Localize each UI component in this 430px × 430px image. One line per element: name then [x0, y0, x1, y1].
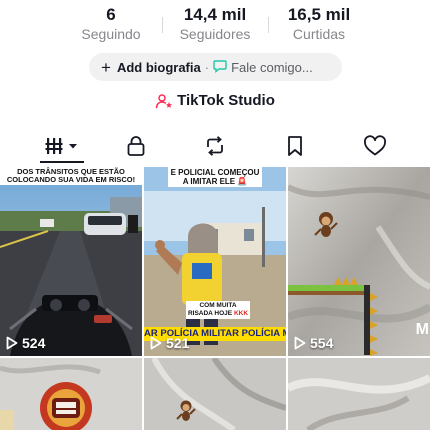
plus-icon: + — [101, 57, 111, 77]
view-count-value: 521 — [166, 335, 190, 351]
video-thumbnail[interactable] — [144, 358, 286, 430]
video-thumbnail[interactable]: M 554 — [288, 167, 430, 356]
lock-icon — [127, 136, 145, 156]
following-count: 6 — [106, 5, 116, 24]
chat-icon — [213, 59, 227, 76]
following-label: Seguindo — [81, 26, 141, 42]
view-count: 524 — [6, 335, 45, 351]
view-count: 521 — [150, 335, 189, 351]
followers-count: 14,4 mil — [183, 5, 247, 24]
overlay-line-2: RISADA HOJE — [187, 310, 233, 317]
bio-pill[interactable]: + Add biografia · Fale comigo... — [89, 53, 342, 81]
studio-user-icon — [155, 93, 173, 108]
play-icon — [6, 336, 18, 350]
contact-message[interactable]: Fale comigo... — [231, 60, 313, 75]
grid-icon — [45, 138, 77, 154]
likes-stat[interactable]: 16,5 mil Curtidas — [264, 4, 374, 43]
tab-reposts[interactable] — [201, 131, 229, 161]
video-thumbnail-image — [288, 167, 430, 356]
following-stat[interactable]: 6 Seguindo — [56, 4, 166, 43]
video-overlay-text: COM MUITA RISADA HOJE KKK — [186, 301, 250, 319]
view-count: 554 — [294, 335, 333, 351]
followers-label: Seguidores — [179, 26, 251, 42]
likes-count: 16,5 mil — [287, 5, 351, 24]
tab-videos[interactable] — [36, 131, 88, 161]
profile-stats: 6 Seguindo 14,4 mil Seguidores 16,5 mil … — [0, 4, 430, 44]
active-tab-indicator — [40, 161, 84, 163]
bio-separator: · — [204, 59, 210, 75]
overlay-accent: KKK — [233, 310, 249, 317]
likes-label: Curtidas — [292, 26, 346, 42]
add-bio-link[interactable]: Add biografia — [117, 60, 201, 75]
video-thumbnail-image — [0, 358, 142, 430]
followers-stat[interactable]: 14,4 mil Seguidores — [160, 4, 270, 43]
overlay-line-1: COM MUITA — [199, 302, 237, 309]
video-thumbnail[interactable] — [0, 358, 142, 430]
video-thumbnail[interactable] — [288, 358, 430, 430]
tiktok-studio-link[interactable]: TikTok Studio — [0, 92, 430, 109]
studio-label: TikTok Studio — [177, 92, 275, 109]
video-thumbnail[interactable]: E POLICIAL COMEÇOU A IMITAR ELE 🚨 COM MU… — [144, 167, 286, 356]
video-thumbnail[interactable]: DOS TRÂNSITOS QUE ESTÃO COLOCANDO SUA VI… — [0, 167, 142, 356]
tab-private[interactable] — [122, 131, 150, 161]
video-caption: E POLICIAL COMEÇOU A IMITAR ELE 🚨 — [168, 167, 262, 187]
repost-icon — [207, 136, 223, 156]
video-grid: DOS TRÂNSITOS QUE ESTÃO COLOCANDO SUA VI… — [0, 167, 430, 430]
video-thumbnail-image — [144, 358, 286, 430]
video-thumbnail-image — [0, 167, 142, 356]
video-thumbnail-image — [288, 358, 430, 430]
video-caption: DOS TRÂNSITOS QUE ESTÃO COLOCANDO SUA VI… — [0, 167, 142, 185]
play-icon — [294, 336, 306, 350]
view-count-value: 524 — [22, 335, 46, 351]
view-count-value: 554 — [310, 335, 334, 351]
bookmark-icon — [288, 136, 302, 156]
play-icon — [150, 336, 162, 350]
video-side-text: M — [415, 321, 429, 338]
heart-icon — [364, 135, 386, 156]
tab-favorites[interactable] — [281, 131, 309, 161]
profile-tabs — [0, 131, 430, 163]
tab-liked[interactable] — [361, 131, 389, 161]
